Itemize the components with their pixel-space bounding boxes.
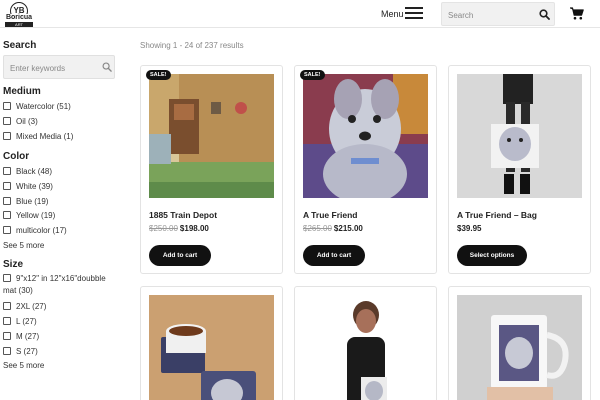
logo-wordmark: Boricua (4, 14, 34, 22)
filter-size-s[interactable]: S (27) (3, 347, 38, 356)
checkbox[interactable] (3, 347, 11, 355)
keyword-input[interactable] (10, 61, 98, 75)
size-heading: Size (3, 259, 24, 270)
filter-size-9x12-mat[interactable]: 9"x12" in 12"x16"doubble mat (30) (3, 273, 121, 297)
header-search (441, 2, 555, 26)
product-card[interactable]: A True Friend – Bag $39.95 Select option… (448, 65, 591, 274)
filter-sidebar: Search Medium Watercolor (51) Oil (3) Mi… (0, 28, 132, 400)
menu-label[interactable]: Menu (381, 9, 404, 19)
checkbox[interactable] (3, 167, 11, 175)
product-card[interactable] (140, 286, 283, 400)
checkbox[interactable] (3, 197, 11, 205)
filter-color-blue[interactable]: Blue (19) (3, 197, 48, 206)
add-to-cart-button[interactable]: Add to cart (303, 245, 365, 266)
filter-size-2xl[interactable]: 2XL (27) (3, 302, 46, 311)
filter-color-black[interactable]: Black (48) (3, 167, 52, 176)
logo-bar: ART (5, 22, 33, 27)
checkbox[interactable] (3, 302, 11, 310)
product-price: $265.00 $215.00 (303, 224, 363, 233)
checkbox[interactable] (3, 102, 11, 110)
current-price: $39.95 (457, 224, 482, 233)
product-card[interactable]: SALE! A True Friend $265.00 $215.00 Add t… (294, 65, 437, 274)
product-name[interactable]: 1885 Train Depot (149, 210, 217, 220)
old-price: $265.00 (303, 224, 332, 233)
product-card[interactable]: SALE! 1885 Train Depot $250.00 $198.00 Ad… (140, 65, 283, 274)
product-image[interactable] (457, 295, 582, 400)
sale-badge: SALE! (300, 70, 325, 80)
product-name[interactable]: A True Friend (303, 210, 357, 220)
add-to-cart-button[interactable]: Add to cart (149, 245, 211, 266)
filter-color-white[interactable]: White (39) (3, 182, 53, 191)
select-options-button[interactable]: Select options (457, 245, 527, 266)
filter-color-multicolor[interactable]: multicolor (17) (3, 226, 67, 235)
filter-medium-oil[interactable]: Oil (3) (3, 117, 38, 126)
checkbox[interactable] (3, 332, 11, 340)
filter-medium-mixed-media[interactable]: Mixed Media (1) (3, 132, 73, 141)
color-see-more-link[interactable]: See 5 more (3, 241, 44, 250)
checkbox[interactable] (3, 226, 11, 234)
results-count: Showing 1 - 24 of 237 results (140, 41, 244, 50)
checkbox[interactable] (3, 317, 11, 325)
checkbox[interactable] (3, 117, 11, 125)
filter-medium-watercolor[interactable]: Watercolor (51) (3, 102, 71, 111)
search-icon[interactable] (539, 9, 550, 20)
keyword-search (3, 55, 115, 79)
current-price: $198.00 (179, 224, 209, 233)
current-price: $215.00 (333, 224, 363, 233)
sale-badge: SALE! (146, 70, 171, 80)
site-logo[interactable]: YB Boricua ART (4, 2, 34, 27)
product-price: $39.95 (457, 224, 481, 233)
filter-color-yellow[interactable]: Yellow (19) (3, 211, 55, 220)
checkbox[interactable] (3, 211, 11, 219)
checkbox[interactable] (3, 132, 11, 140)
checkbox[interactable] (3, 274, 11, 282)
search-heading: Search (3, 40, 37, 51)
old-price: $250.00 (149, 224, 178, 233)
filter-size-m[interactable]: M (27) (3, 332, 39, 341)
product-price: $250.00 $198.00 (149, 224, 209, 233)
product-name[interactable]: A True Friend – Bag (457, 210, 537, 220)
size-see-more-link[interactable]: See 5 more (3, 361, 44, 370)
product-image[interactable] (303, 74, 428, 198)
cart-icon[interactable] (570, 7, 584, 20)
product-card[interactable] (294, 286, 437, 400)
header-search-input[interactable] (448, 8, 533, 22)
product-image[interactable] (303, 295, 428, 400)
product-card[interactable] (448, 286, 591, 400)
filter-size-l[interactable]: L (27) (3, 317, 37, 326)
color-heading: Color (3, 151, 30, 162)
checkbox[interactable] (3, 182, 11, 190)
product-image[interactable] (149, 295, 274, 400)
product-image[interactable] (149, 74, 274, 198)
product-image[interactable] (457, 74, 582, 198)
search-icon[interactable] (102, 62, 112, 72)
site-header: YB Boricua ART Menu (0, 0, 600, 28)
menu-icon[interactable] (405, 6, 423, 20)
medium-heading: Medium (3, 86, 41, 97)
